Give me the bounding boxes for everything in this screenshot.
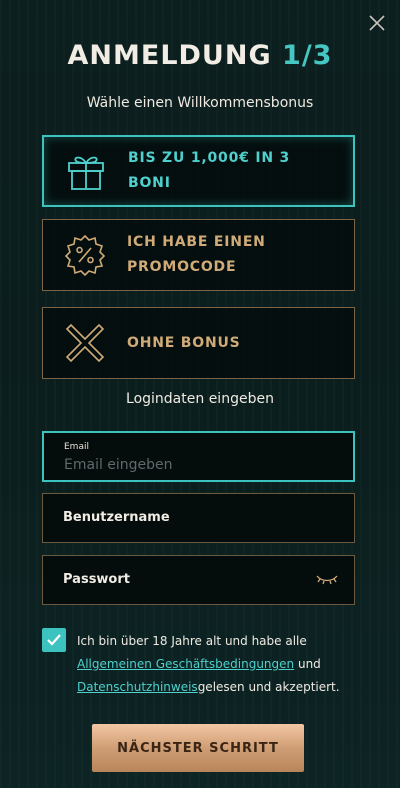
close-icon[interactable] xyxy=(368,14,386,32)
privacy-link[interactable]: Datenschutzhinweis xyxy=(77,680,198,694)
eye-closed-icon[interactable] xyxy=(316,574,338,586)
age-terms-checkbox[interactable] xyxy=(42,628,66,652)
password-placeholder: Passwort xyxy=(63,572,130,587)
bonus-option-label: OHNE BONUS xyxy=(127,334,241,351)
terms-text-before: Ich bin über 18 Jahre alt und habe alle xyxy=(77,634,307,648)
bonus-option-label: BIS ZU 1,000€ IN 3 BONI xyxy=(128,150,291,191)
bonus-subtitle: Wähle einen Willkommensbonus xyxy=(86,95,314,111)
title-main: ANMELDUNG xyxy=(67,40,283,71)
bonus-option-welcome[interactable]: BIS ZU 1,000€ IN 3 BONI xyxy=(42,135,355,207)
login-section-label: Logindaten eingeben xyxy=(126,391,274,407)
bonus-option-label: ICH HABE EINEN PROMOCODE xyxy=(127,234,266,275)
promo-percent-icon xyxy=(64,234,106,277)
terms-text-after: gelesen und akzeptiert. xyxy=(197,680,340,694)
password-field[interactable]: Passwort xyxy=(42,555,355,605)
page-title: ANMELDUNG 1/3 xyxy=(0,40,400,71)
bonus-option-promocode[interactable]: ICH HABE EINEN PROMOCODE xyxy=(42,219,355,291)
terms-link[interactable]: Allgemeinen Geschäftsbedingungen xyxy=(77,657,294,671)
no-bonus-x-icon xyxy=(65,323,105,363)
gift-icon xyxy=(68,156,104,190)
terms-text: Ich bin über 18 Jahre alt und habe alle … xyxy=(77,630,367,699)
next-step-button[interactable]: NÄCHSTER SCHRITT xyxy=(92,724,304,772)
checkmark-icon xyxy=(47,634,61,646)
username-placeholder: Benutzername xyxy=(63,510,170,525)
terms-text-mid: und xyxy=(294,657,321,671)
bonus-option-none[interactable]: OHNE BONUS xyxy=(42,307,355,379)
email-input[interactable] xyxy=(64,454,333,476)
email-field[interactable]: Email xyxy=(42,431,355,482)
title-step: 1/3 xyxy=(282,40,333,71)
email-label: Email xyxy=(64,442,89,452)
username-field[interactable]: Benutzername xyxy=(42,493,355,543)
